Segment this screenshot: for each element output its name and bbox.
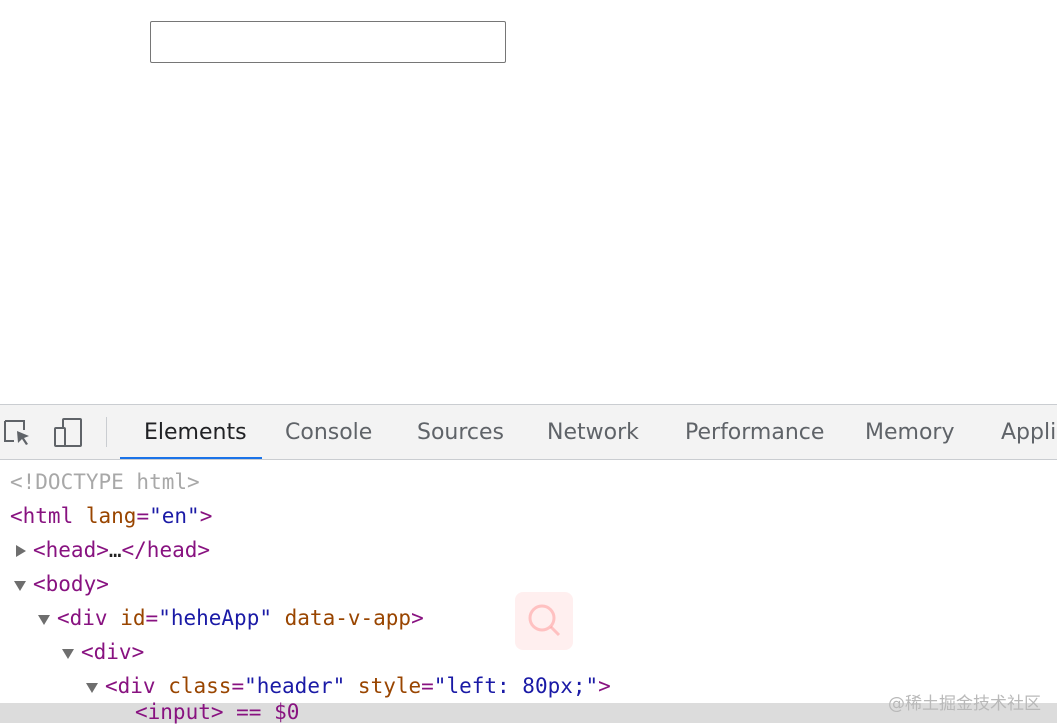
watermark-text: @稀土掘金技术社区 xyxy=(888,694,1041,714)
tab-performance[interactable]: Performance xyxy=(685,405,824,459)
collapse-arrow-icon[interactable] xyxy=(14,581,26,591)
head-close-tag: </head> xyxy=(121,538,211,562)
devtools-toolbar: Elements Console Sources Network Perform… xyxy=(0,405,1057,460)
doctype-text: <!DOCTYPE html> xyxy=(10,470,200,494)
dom-node-body[interactable]: <body> xyxy=(14,567,109,601)
div-app-attr-data-v-app: data-v-app xyxy=(284,606,412,630)
expand-arrow-icon[interactable] xyxy=(16,545,26,557)
html-tag: <html xyxy=(10,504,74,528)
div-app-attr-id: id xyxy=(120,606,146,630)
head-open-tag: <head> xyxy=(33,538,109,562)
device-toolbar-icon[interactable] xyxy=(52,417,84,449)
toolbar-divider xyxy=(106,417,107,447)
tab-elements[interactable]: Elements xyxy=(144,405,247,459)
div-open-tag: <div> xyxy=(81,640,145,664)
tab-sources[interactable]: Sources xyxy=(417,405,504,459)
div-header-attr-style: style xyxy=(357,674,422,698)
dom-node-head[interactable]: <head>…</head> xyxy=(14,533,210,567)
tab-network[interactable]: Network xyxy=(547,405,639,459)
div-header-tag: <div xyxy=(105,674,156,698)
inspect-element-icon[interactable] xyxy=(2,417,34,449)
div-app-tag: <div xyxy=(57,606,108,630)
page-text-input[interactable] xyxy=(150,21,506,63)
dom-node-div-header[interactable]: <div class="header" style="left: 80px;"> xyxy=(86,669,611,703)
tab-memory[interactable]: Memory xyxy=(865,405,954,459)
collapse-arrow-icon[interactable] xyxy=(62,649,74,659)
elements-dom-tree: <!DOCTYPE html> <html lang="en"> <head>…… xyxy=(0,463,1057,719)
head-ellipsis[interactable]: … xyxy=(109,538,122,562)
tab-console[interactable]: Console xyxy=(285,405,372,459)
dom-node-html[interactable]: <html lang="en"> xyxy=(10,499,212,533)
div-header-attr-style-value: "left: 80px;" xyxy=(433,674,599,698)
page-viewport xyxy=(0,0,1057,404)
devtools-panel: Elements Console Sources Network Perform… xyxy=(0,404,1057,724)
html-attr-value: "en" xyxy=(149,504,200,528)
html-attr-name: lang xyxy=(85,504,137,528)
input-node-text: <input> == $0 xyxy=(135,700,300,724)
div-app-attr-id-value: "heheApp" xyxy=(158,606,272,630)
div-header-attr-class-value: "header" xyxy=(244,674,346,698)
dom-node-doctype[interactable]: <!DOCTYPE html> xyxy=(10,465,200,499)
watermark-search-badge xyxy=(515,592,573,650)
body-open-tag: <body> xyxy=(33,572,109,596)
div-header-attr-class: class xyxy=(168,674,232,698)
collapse-arrow-icon[interactable] xyxy=(86,683,98,693)
collapse-arrow-icon[interactable] xyxy=(38,615,50,625)
dom-node-div[interactable]: <div> xyxy=(62,635,144,669)
tab-application[interactable]: Appli xyxy=(1001,405,1056,459)
dom-node-div-app[interactable]: <div id="heheApp" data-v-app> xyxy=(38,601,424,635)
active-tab-indicator xyxy=(120,457,262,459)
search-icon xyxy=(528,604,561,637)
